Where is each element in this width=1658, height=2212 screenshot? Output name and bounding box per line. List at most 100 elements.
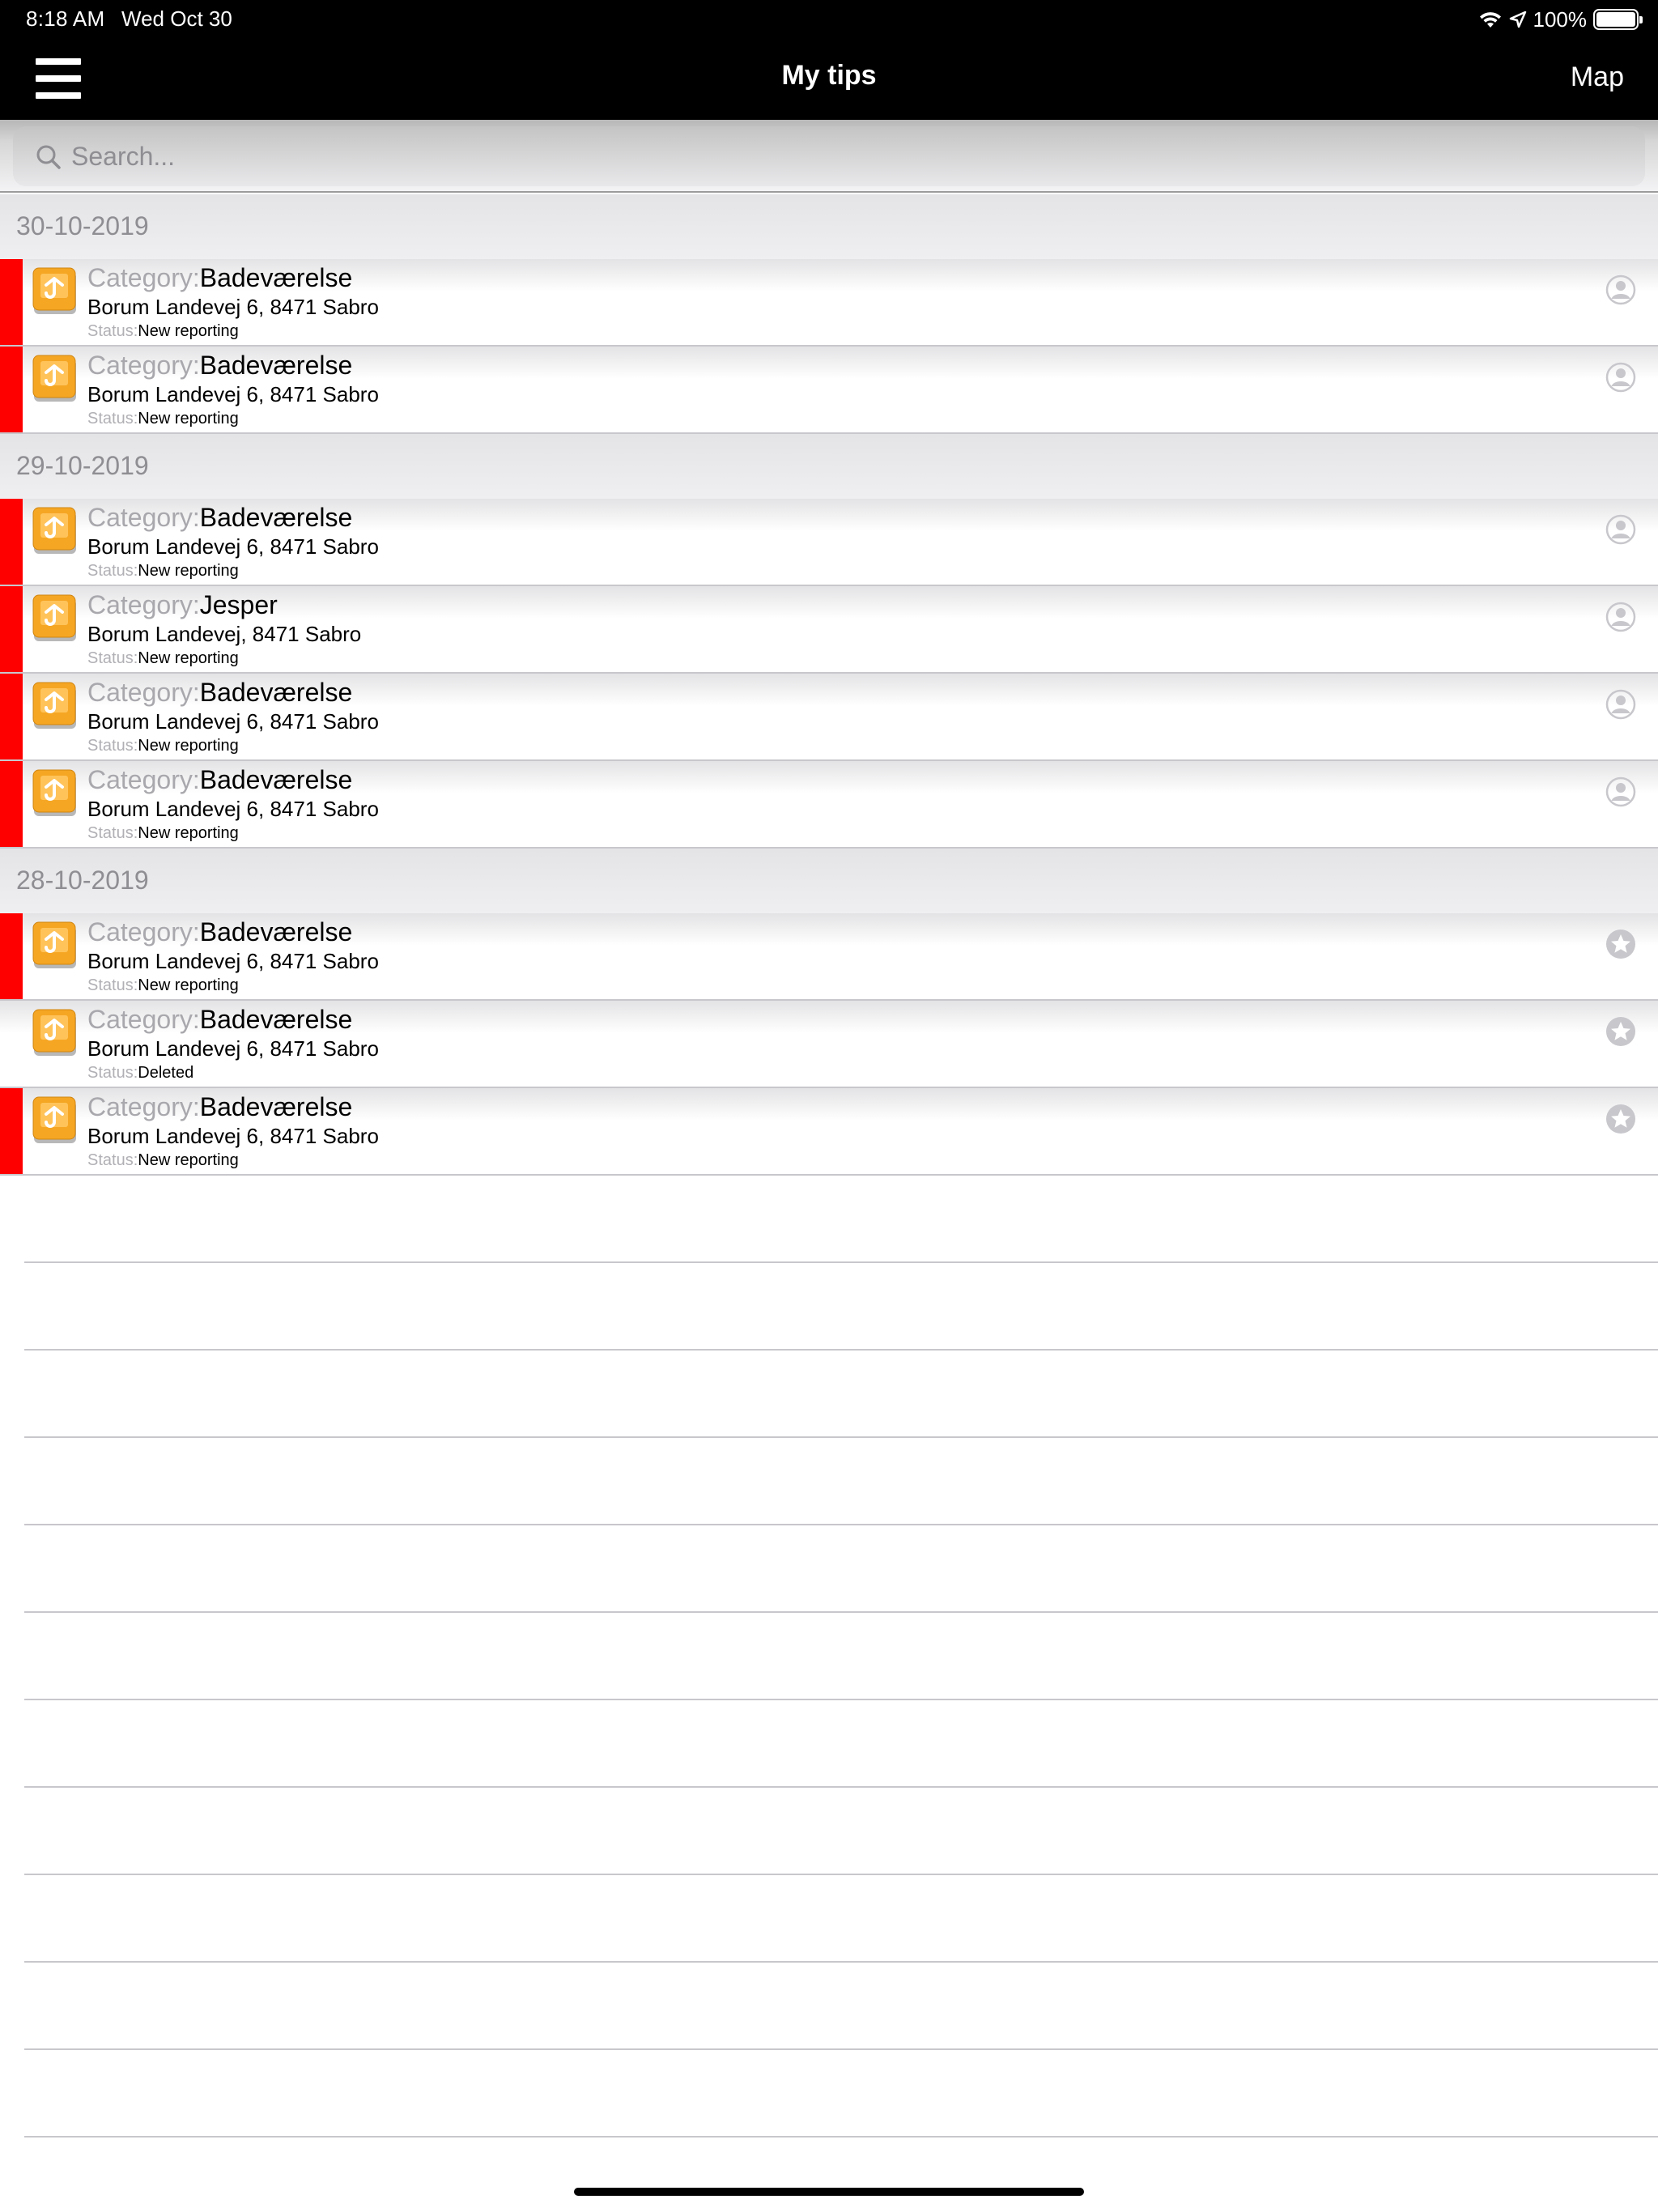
status-indicators: 100% [1478, 5, 1643, 34]
status-label: Status: [87, 1064, 138, 1082]
tip-row[interactable]: Category:Badeværelse Borum Landevej 6, 84… [0, 913, 1658, 1001]
status-label: Status: [87, 562, 138, 580]
address: Borum Landevej 6, 8471 Sabro [87, 1036, 379, 1061]
tip-category-icon [32, 594, 78, 643]
category-value: Badeværelse [199, 263, 353, 292]
status-value: New reporting [138, 824, 239, 842]
tip-row[interactable]: Category:Badeværelse Borum Landevej 6, 84… [0, 1001, 1658, 1088]
tip-category-icon [32, 682, 78, 730]
tips-list: 30-10-2019 Category:Badeværelse Borum Land… [0, 194, 1658, 2138]
tip-row[interactable]: Category:Badeværelse Borum Landevej 6, 84… [0, 347, 1658, 434]
status-label: Status: [87, 410, 138, 428]
tip-category-icon [32, 921, 78, 970]
tip-category-icon [32, 1009, 78, 1057]
empty-list-row [24, 1700, 1658, 1788]
status-value: Deleted [138, 1064, 194, 1082]
unread-flag [0, 259, 23, 345]
star-icon[interactable] [1605, 928, 1637, 960]
category-line: Category:Badeværelse [87, 917, 352, 947]
address: Borum Landevej 6, 8471 Sabro [87, 295, 379, 319]
app-root: 8:18 AM Wed Oct 30 100% My tips Map 30-1… [0, 0, 1658, 2212]
unread-flag [0, 1001, 23, 1087]
category-line: Category:Badeværelse [87, 351, 352, 381]
tip-category-icon [32, 507, 78, 555]
person-icon[interactable] [1605, 776, 1637, 808]
category-value: Badeværelse [199, 1092, 353, 1121]
address: Borum Landevej 6, 8471 Sabro [87, 1124, 379, 1148]
unread-flag [0, 913, 23, 999]
location-arrow-icon [1509, 11, 1527, 28]
address: Borum Landevej 6, 8471 Sabro [87, 797, 379, 821]
category-label: Category: [87, 503, 200, 532]
empty-list-row [24, 1176, 1658, 1263]
section-header-date: 29-10-2019 [0, 434, 1658, 499]
tip-row[interactable]: Category:Badeværelse Borum Landevej 6, 84… [0, 761, 1658, 849]
empty-list-row [24, 1963, 1658, 2050]
status-value: New reporting [138, 562, 239, 580]
status-label: Status: [87, 649, 138, 667]
status-value: New reporting [138, 410, 239, 428]
empty-list-row [24, 1788, 1658, 1875]
search-bar [0, 120, 1658, 193]
status-line: Status:New reporting [87, 649, 239, 668]
tip-row[interactable]: Category:Badeværelse Borum Landevej 6, 84… [0, 1088, 1658, 1176]
tip-category-icon [32, 1096, 78, 1145]
status-value: New reporting [138, 737, 239, 755]
empty-list-row [24, 1613, 1658, 1700]
section-header-date: 28-10-2019 [0, 849, 1658, 913]
category-line: Category:Badeværelse [87, 503, 352, 533]
person-icon[interactable] [1605, 274, 1637, 306]
category-value: Badeværelse [199, 351, 353, 380]
search-box[interactable] [13, 126, 1645, 186]
category-label: Category: [87, 1092, 200, 1121]
unread-flag [0, 499, 23, 585]
top-bar: 8:18 AM Wed Oct 30 100% My tips Map [0, 0, 1658, 120]
category-label: Category: [87, 917, 200, 946]
home-indicator[interactable] [574, 2188, 1084, 2196]
status-line: Status:New reporting [87, 737, 239, 755]
category-line: Category:Badeværelse [87, 1005, 352, 1035]
category-value: Jesper [199, 590, 278, 619]
star-icon[interactable] [1605, 1015, 1637, 1048]
person-icon[interactable] [1605, 688, 1637, 721]
person-icon[interactable] [1605, 361, 1637, 393]
empty-list-row [24, 1875, 1658, 1963]
person-icon[interactable] [1605, 601, 1637, 633]
category-line: Category:Badeværelse [87, 765, 352, 795]
empty-list-row [24, 1438, 1658, 1525]
category-value: Badeværelse [199, 1005, 353, 1034]
tip-category-icon [32, 267, 78, 316]
status-value: New reporting [138, 1151, 239, 1169]
category-label: Category: [87, 590, 200, 619]
unread-flag [0, 1088, 23, 1174]
status-value: New reporting [138, 649, 239, 667]
tip-row[interactable]: Category:Badeværelse Borum Landevej 6, 84… [0, 674, 1658, 761]
address: Borum Landevej 6, 8471 Sabro [87, 382, 379, 406]
person-icon[interactable] [1605, 513, 1637, 546]
tip-row[interactable]: Category:Badeværelse Borum Landevej 6, 84… [0, 259, 1658, 347]
search-icon [36, 145, 61, 169]
status-date: Wed Oct 30 [121, 6, 232, 31]
category-line: Category:Badeværelse [87, 263, 352, 293]
status-line: Status:New reporting [87, 824, 239, 843]
unread-flag [0, 761, 23, 847]
category-label: Category: [87, 1005, 200, 1034]
tip-row[interactable]: Category:Badeværelse Borum Landevej 6, 84… [0, 499, 1658, 586]
map-button[interactable]: Map [1571, 62, 1624, 93]
category-label: Category: [87, 351, 200, 380]
status-label: Status: [87, 1151, 138, 1169]
status-line: Status:New reporting [87, 562, 239, 581]
star-icon[interactable] [1605, 1103, 1637, 1135]
status-value: New reporting [138, 322, 239, 340]
section-header-date: 30-10-2019 [0, 194, 1658, 259]
tip-row[interactable]: Category:Jesper Borum Landevej, 8471 Sabr… [0, 586, 1658, 674]
empty-list-row [24, 1525, 1658, 1613]
unread-flag [0, 586, 23, 672]
status-line: Status:New reporting [87, 322, 239, 341]
status-line: Status:New reporting [87, 976, 239, 995]
search-input[interactable] [71, 136, 1609, 177]
category-value: Badeværelse [199, 765, 353, 794]
status-line: Status:New reporting [87, 1151, 239, 1170]
status-label: Status: [87, 976, 138, 994]
unread-flag [0, 674, 23, 759]
